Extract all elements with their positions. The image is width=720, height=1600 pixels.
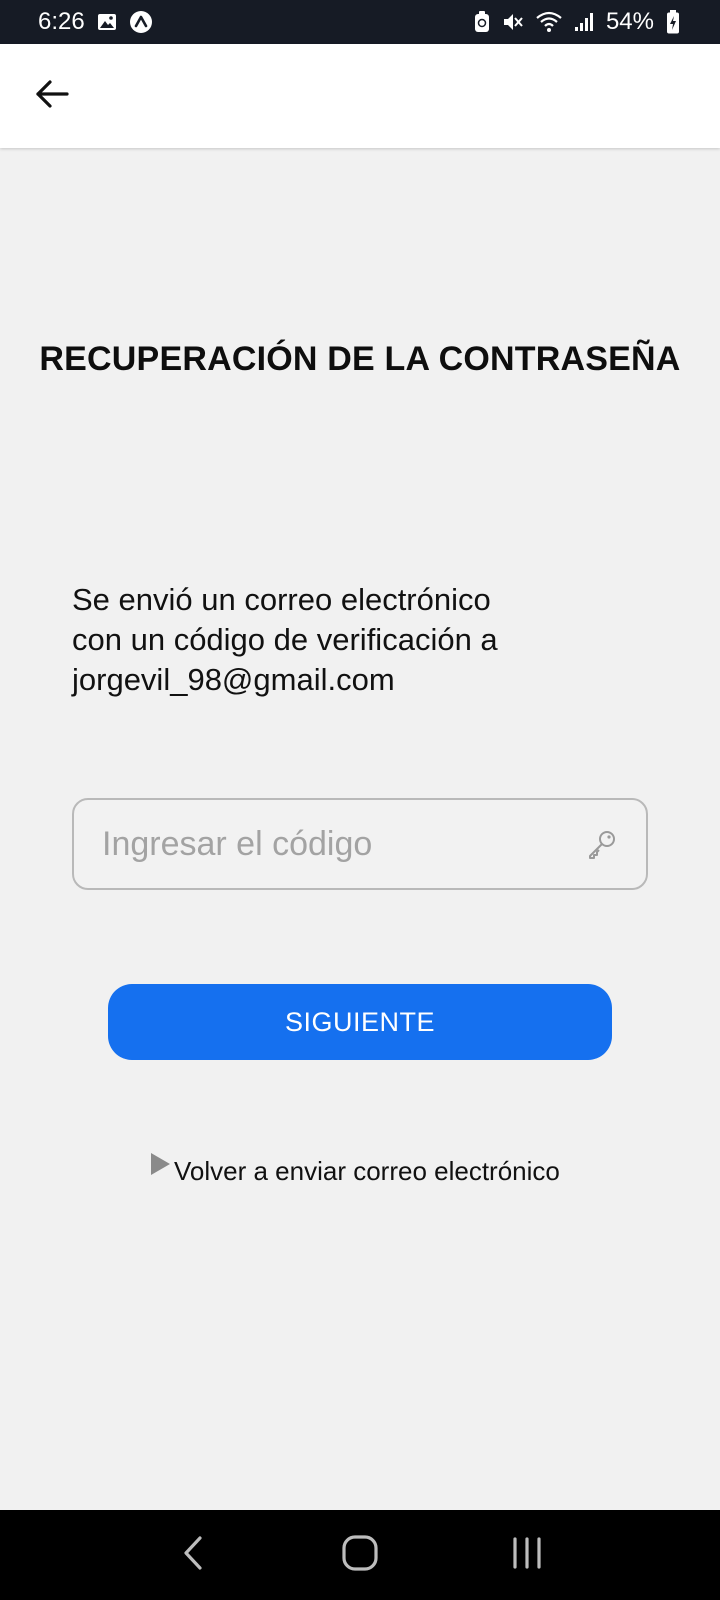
home-nav-icon: [341, 1534, 379, 1577]
mute-icon: [502, 11, 524, 33]
battery-percentage: 54%: [605, 8, 654, 35]
status-right: 54%: [474, 8, 680, 36]
key-icon: [586, 828, 618, 860]
message-line: Se envió un correo electrónico: [72, 582, 491, 617]
app-notification-icon: [129, 10, 153, 34]
wifi-icon: [536, 11, 562, 33]
battery-saver-icon: [474, 11, 490, 33]
status-time: 6:26: [38, 8, 85, 35]
navigation-bar: [0, 1510, 720, 1600]
verification-code-input[interactable]: [102, 824, 586, 864]
nav-home-button[interactable]: [320, 1525, 400, 1585]
recents-nav-icon: [510, 1536, 544, 1575]
nav-recents-button[interactable]: [487, 1525, 567, 1585]
status-left: 6:26: [38, 8, 153, 36]
back-nav-icon: [181, 1535, 205, 1576]
resend-label: Volver a enviar correo electrónico: [174, 1156, 560, 1186]
verification-message: Se envió un correo electrónico con un có…: [72, 580, 632, 700]
back-button[interactable]: [24, 68, 80, 124]
gallery-icon: [97, 13, 117, 31]
code-field: [72, 798, 648, 890]
message-line: con un código de verificación a: [72, 622, 498, 657]
next-button[interactable]: SIGUIENTE: [108, 984, 612, 1060]
app-bar: [0, 44, 720, 148]
resend-email-link[interactable]: Volver a enviar correo electrónico: [150, 1153, 560, 1187]
signal-icon: [574, 12, 594, 32]
nav-back-button[interactable]: [153, 1525, 233, 1585]
play-icon: [150, 1151, 170, 1182]
status-bar: 6:26 54%: [0, 0, 720, 44]
arrow-left-icon: [35, 79, 69, 114]
battery-charging-icon: [666, 10, 680, 34]
message-email: jorgevil_98@gmail.com: [72, 662, 395, 697]
page-title: RECUPERACIÓN DE LA CONTRASEÑA: [39, 340, 681, 378]
